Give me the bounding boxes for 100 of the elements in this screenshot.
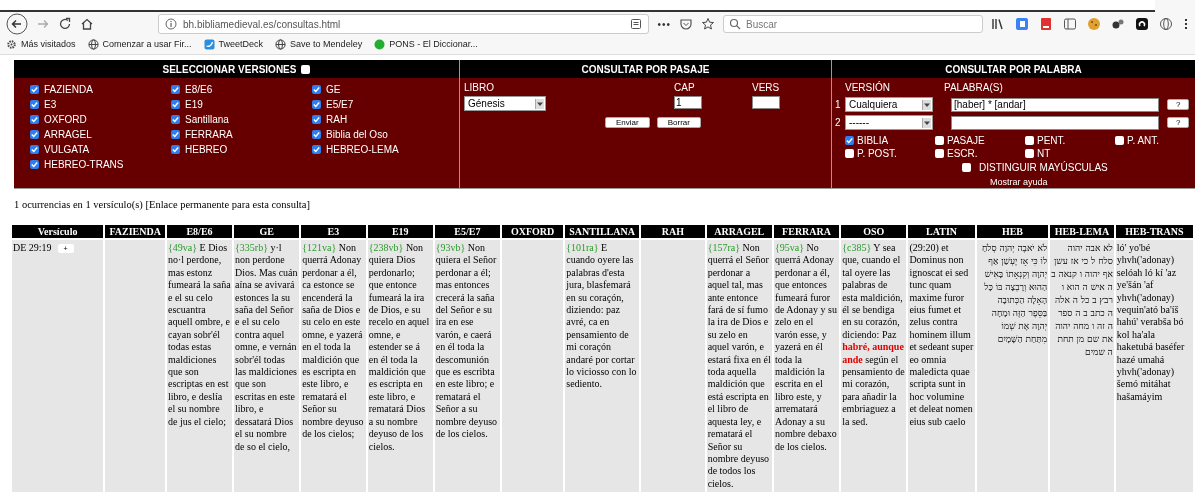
checkbox[interactable] bbox=[312, 130, 321, 139]
word-field[interactable]: [haber] * [andar] bbox=[951, 97, 1159, 112]
home-icon[interactable] bbox=[80, 17, 94, 31]
checkbox[interactable] bbox=[312, 145, 321, 154]
checkbox[interactable] bbox=[1025, 136, 1034, 145]
checkbox[interactable] bbox=[1115, 136, 1124, 145]
book-dropdown[interactable]: Génesis bbox=[464, 96, 546, 111]
star-icon[interactable] bbox=[701, 17, 715, 31]
checkbox[interactable] bbox=[962, 162, 971, 172]
extension-icon[interactable] bbox=[1135, 17, 1149, 31]
checkbox[interactable] bbox=[312, 85, 321, 94]
column-header: E5/E7 bbox=[434, 225, 501, 238]
bookmark-item[interactable]: Save to Mendeley bbox=[275, 38, 363, 50]
checkbox-label: E8/E6 bbox=[185, 84, 213, 95]
section-title: CONSULTAR POR PASAJE bbox=[460, 60, 831, 78]
checkbox[interactable] bbox=[171, 130, 180, 139]
verse-text: {95va} No querrá Adonay perdonar a él, que entonces fumeará furor de Adonay y su zelo en el varón esse, y yazerá en él toda la maldición la escrita en el libro este, y arrematará Adonay a su nombre debaxo de los cielos. bbox=[774, 242, 838, 453]
bookmark-icon[interactable] bbox=[1039, 17, 1053, 31]
checkbox[interactable] bbox=[30, 130, 39, 139]
verse-text: {335rb} y·l non perdone Dios. Mas cuán aína se avivará estonces la su saña del Señor e el su celo contra aquel omne, e vernán sobr'él todas las maldiciones que son escritas en este libro, e dessatará Dios el su nombre de so el cielo, bbox=[235, 242, 299, 453]
checkbox-label: ARRAGEL bbox=[44, 129, 92, 140]
checkbox[interactable] bbox=[30, 100, 39, 109]
verse-text: לֹא יֹאבֶה יְהוָה סְלֹחַ לוֹ כִּי אָז יֶעְשַׁן אַף יְהוָה וְקִנְאָתוֹ בָּאִישׁ הַהוּא וְרָבְצָה בּוֹ כָּל הָאָלָה הַכְּתוּבָה בַּסֵּפֶר הַזֶּה וּמָחָה יְהוָה אֶת שְׁמוֹ מִתַּחַת הַשָּׁמָיִם bbox=[981, 242, 1048, 346]
column-header: FAZIENDA bbox=[105, 225, 165, 238]
checkbox[interactable] bbox=[935, 136, 944, 145]
checkbox[interactable] bbox=[171, 145, 180, 154]
bookmark-item[interactable]: Comenzar a usar Fir... bbox=[87, 38, 192, 50]
checkbox[interactable] bbox=[171, 85, 180, 94]
column-header: HEB bbox=[976, 225, 1049, 238]
checkbox[interactable] bbox=[171, 100, 180, 109]
checkbox-label: NT bbox=[1037, 148, 1051, 159]
dot-icon bbox=[374, 38, 386, 50]
checkbox-label: FERRARA bbox=[185, 129, 233, 140]
verse-text: {121va} Non querrá Adonay perdonar a él, ca estonce se encenderá la saña de Dios e su celo en este omne, e yazerá en el toda la maldición que es escripta en este libro, e rematará el Señor su nombre deyuso de los cielos; bbox=[302, 242, 365, 441]
checkbox[interactable] bbox=[312, 115, 321, 124]
window-icon[interactable] bbox=[1063, 17, 1077, 31]
field-label: VERSIÓN bbox=[845, 82, 891, 94]
checkbox[interactable] bbox=[301, 64, 311, 74]
globe-icon[interactable] bbox=[1159, 17, 1173, 31]
globe-icon bbox=[87, 38, 99, 50]
section-title: SELECCIONAR VERSIONES bbox=[162, 63, 297, 75]
checkbox-label: RAH bbox=[326, 114, 348, 125]
bookmark-item[interactable]: Más visitados bbox=[6, 38, 76, 50]
checkbox[interactable] bbox=[30, 115, 39, 124]
verse-text: {49va} E Dios no·l perdone, mas estonz fumeará la saña e el su celo escuantra aquell ombre, e cayan sobr'él todas estas maldiciones que son escriptas en est libro, e deslía el su nombre de jus el cielo; bbox=[168, 242, 232, 429]
help-button[interactable]: ? bbox=[1167, 99, 1190, 110]
verse-text: {101ra} E cuando oyere las palabras d'esta jura, blasfemará en su coraçón, diziendo: paz avré, ca en pensamiento de mi coraçón andaré por cortar lo viciosso con lo sediento. bbox=[566, 242, 638, 391]
version-dropdown[interactable]: ------ bbox=[845, 115, 933, 130]
column-header: SANTILLANA bbox=[565, 225, 639, 238]
checkbox-label: HEBREO-TRANS bbox=[44, 159, 124, 170]
checkbox-label: HEBREO bbox=[185, 144, 228, 155]
chapter-field[interactable]: 1 bbox=[674, 96, 702, 109]
url-text: bh.bibliamedieval.es/consultas.html bbox=[183, 18, 341, 30]
back-icon[interactable] bbox=[6, 13, 28, 35]
checkbox[interactable] bbox=[312, 100, 321, 109]
verse-text: {238vb} Non quiera Dios perdonarlo; que entonce fumeará la ira de Dios, e su recelo en aquel omne, e estender se á en él toda la maldición que es escripta en este libro, e rematará Dios a su nombre deyuso de los cielos. bbox=[368, 242, 431, 453]
checkbox[interactable] bbox=[935, 149, 944, 158]
checkbox[interactable] bbox=[845, 136, 854, 145]
checkbox[interactable] bbox=[30, 85, 39, 94]
more-button[interactable]: ••• bbox=[657, 18, 671, 30]
bookmark-item[interactable]: PONS - El Diccionar... bbox=[374, 38, 478, 50]
sidebar-icon[interactable] bbox=[1015, 17, 1029, 31]
address-bar[interactable]: bh.bibliamedieval.es/consultas.html bbox=[158, 14, 650, 34]
checkbox[interactable] bbox=[845, 149, 854, 158]
checkbox-label: FAZIENDA bbox=[44, 84, 93, 95]
column-header: HEB-LEMA bbox=[1050, 225, 1114, 238]
search-icon bbox=[729, 18, 741, 30]
form-button[interactable]: Borrar bbox=[656, 117, 701, 128]
column-header: OXFORD bbox=[502, 225, 564, 238]
verse-field[interactable] bbox=[752, 96, 780, 109]
checkbox[interactable] bbox=[30, 160, 39, 169]
bookmark-item[interactable]: TweetDeck bbox=[203, 38, 264, 50]
checkbox[interactable] bbox=[30, 145, 39, 154]
search-field[interactable]: Buscar bbox=[723, 15, 983, 33]
library-icon[interactable] bbox=[991, 17, 1005, 31]
word-field[interactable] bbox=[951, 115, 1159, 130]
reload-icon[interactable] bbox=[58, 17, 72, 31]
help-button[interactable]: ? bbox=[1167, 117, 1190, 128]
column-header: GE bbox=[234, 225, 300, 238]
checkbox-label: HEBREO-LEMA bbox=[326, 144, 399, 155]
checkbox[interactable] bbox=[1025, 149, 1034, 158]
help-link[interactable]: Mostrar ayuda bbox=[990, 177, 1048, 188]
pocket-icon[interactable] bbox=[679, 17, 693, 31]
verse-reference: DE 29:19 bbox=[13, 242, 52, 255]
reader-icon[interactable] bbox=[630, 18, 643, 30]
checkbox[interactable] bbox=[171, 115, 180, 124]
bird-icon bbox=[203, 38, 215, 50]
field-label: VERS bbox=[752, 82, 780, 93]
form-button[interactable]: Enviar bbox=[605, 117, 650, 128]
checkbox-label: VULGATA bbox=[44, 144, 90, 155]
field-label: PALABRA(S) bbox=[944, 82, 1003, 94]
checkbox-label: ESCR. bbox=[947, 148, 978, 159]
version-dropdown[interactable]: Cualquiera bbox=[845, 97, 933, 112]
verse-text: {c385} Y sea que, cuando el tal oyere las palabras de esta maldición, él se bendiga en su corazón, diciendo: Paz habré, aunque ande según el pensamiento de mi corazón, para añadir la embriaguez a la sed. bbox=[842, 242, 906, 429]
verse-text: לא אבה יהוה סלח ל כי אז עשן אף יהוה ו קנאה ב ה איש ה הוא ו רבץ ב כל ה אלה ה כתב ב ה ספר ה זה ו מחה יהוה את שם מן תחת ה שמים bbox=[1051, 242, 1113, 359]
checkbox-label: P. POST. bbox=[857, 148, 897, 159]
menu-icon[interactable] bbox=[1183, 17, 1189, 31]
verse-text: ló' yo'bé yhvh('adonay) selóah ló kí 'az ye'šán 'af yhvh('adonay) vequin'ató ba'íš hahú' verabša bó kol ha'ala haketubá baséfer hazé umahá yhvh('adonay) šemó mitáhat hašamáyim bbox=[1116, 242, 1186, 404]
cookie-icon[interactable] bbox=[1087, 17, 1101, 31]
checkbox-label: PASAJE bbox=[947, 135, 985, 146]
